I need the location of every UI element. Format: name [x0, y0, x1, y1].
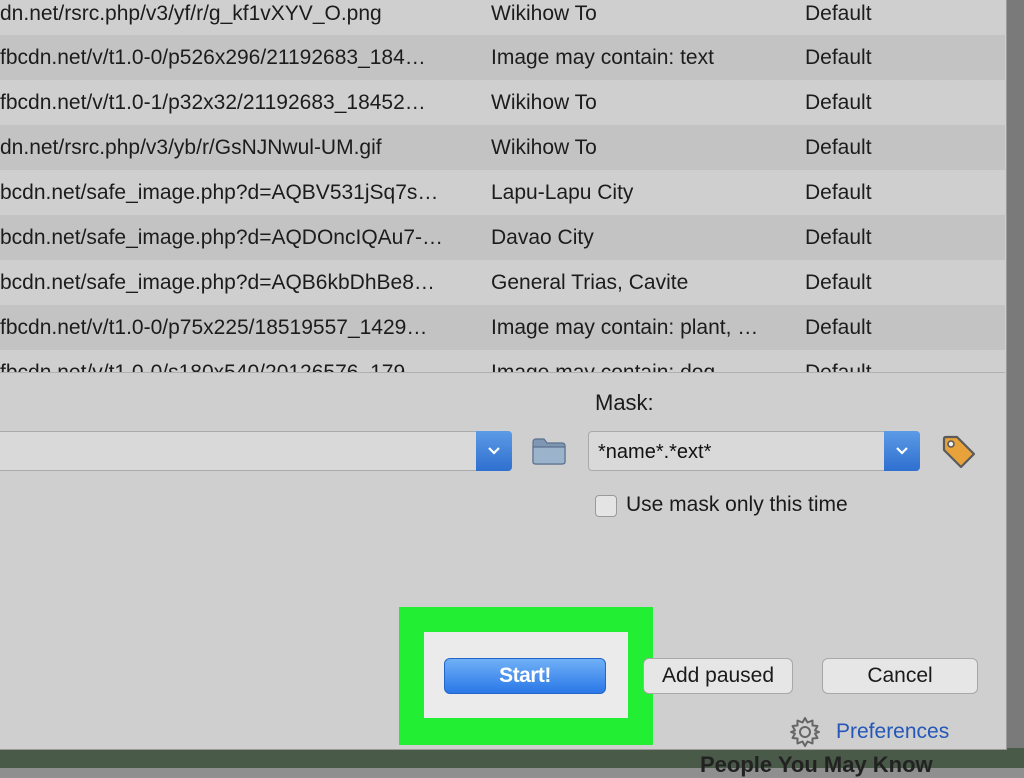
description-cell: Image may contain: text — [491, 46, 714, 69]
use-mask-once-checkbox[interactable] — [595, 495, 617, 517]
add-paused-button[interactable]: Add paused — [643, 658, 793, 694]
description-cell: Wikihow To — [491, 91, 597, 114]
description-cell: Image may contain: plant, … — [491, 316, 759, 339]
file-url-cell: fbcdn.net/v/t1.0-0/s180x540/20126576_179… — [0, 361, 427, 373]
quality-cell: Default — [805, 271, 872, 294]
quality-cell: Default — [805, 46, 872, 69]
description-cell: Davao City — [491, 226, 594, 249]
table-row[interactable]: fbcdn.net/v/t1.0-0/p526x296/21192683_184… — [0, 35, 1005, 80]
background-page-heading: People You May Know — [700, 752, 933, 777]
quality-cell: Default — [805, 361, 872, 373]
download-dialog: dn.net/rsrc.php/v3/yf/r/g_kf1vXYV_O.png W… — [0, 0, 1007, 750]
description-cell: Lapu-Lapu City — [491, 181, 634, 204]
table-row[interactable]: dn.net/rsrc.php/v3/yb/r/GsNJNwul-UM.gif W… — [0, 125, 1005, 170]
quality-cell: Default — [805, 226, 872, 249]
file-url-cell: fbcdn.net/v/t1.0-1/p32x32/21192683_18452… — [0, 91, 426, 114]
description-cell: Wikihow To — [491, 2, 597, 25]
table-row[interactable]: bcdn.net/safe_image.php?d=AQBV531jSq7s… L… — [0, 170, 1005, 215]
gear-icon — [790, 717, 820, 747]
quality-cell: Default — [805, 2, 872, 25]
table-row[interactable]: fbcdn.net/v/t1.0-1/p32x32/21192683_18452… — [0, 80, 1005, 125]
file-url-cell: dn.net/rsrc.php/v3/yf/r/g_kf1vXYV_O.png — [0, 2, 382, 25]
preferences-link[interactable]: Preferences — [788, 715, 949, 749]
table-row[interactable]: fbcdn.net/v/t1.0-0/s180x540/20126576_179… — [0, 350, 1005, 373]
table-row[interactable]: bcdn.net/safe_image.php?d=AQDOncIQAu7-… D… — [0, 215, 1005, 260]
background-page-edge — [1007, 0, 1024, 768]
mask-combo[interactable]: *name*.*ext* — [588, 431, 920, 471]
table-row[interactable]: dn.net/rsrc.php/v3/yf/r/g_kf1vXYV_O.png W… — [0, 0, 1005, 36]
save-folder-dropdown-button[interactable] — [476, 431, 512, 471]
mask-value: *name*.*ext* — [598, 441, 712, 463]
file-url-cell: fbcdn.net/v/t1.0-0/p526x296/21192683_184… — [0, 46, 426, 69]
quality-cell: Default — [805, 181, 872, 204]
table-row[interactable]: bcdn.net/safe_image.php?d=AQB6kbDhBe8… Ge… — [0, 260, 1005, 305]
file-list-table[interactable]: dn.net/rsrc.php/v3/yf/r/g_kf1vXYV_O.png W… — [0, 0, 1005, 373]
description-cell: Wikihow To — [491, 136, 597, 159]
quality-cell: Default — [805, 91, 872, 114]
start-button[interactable]: Start! — [444, 658, 606, 694]
quality-cell: Default — [805, 136, 872, 159]
file-url-cell: bcdn.net/safe_image.php?d=AQB6kbDhBe8… — [0, 271, 435, 294]
save-folder-combo[interactable] — [0, 431, 512, 471]
file-url-cell: bcdn.net/safe_image.php?d=AQDOncIQAu7-… — [0, 226, 444, 249]
table-row[interactable]: fbcdn.net/v/t1.0-0/p75x225/18519557_1429… — [0, 305, 1005, 350]
tag-icon[interactable] — [940, 433, 978, 471]
cancel-button[interactable]: Cancel — [822, 658, 978, 694]
chevron-down-icon — [896, 447, 908, 455]
chevron-down-icon — [488, 447, 500, 455]
description-cell: General Trias, Cavite — [491, 271, 689, 294]
file-url-cell: fbcdn.net/v/t1.0-0/p75x225/18519557_1429… — [0, 316, 428, 339]
preferences-label: Preferences — [836, 720, 950, 743]
mask-label: Mask: — [595, 390, 654, 415]
file-url-cell: bcdn.net/safe_image.php?d=AQBV531jSq7s… — [0, 181, 439, 204]
description-cell: Image may contain: dog — [491, 361, 716, 373]
mask-dropdown-button[interactable] — [884, 431, 920, 471]
quality-cell: Default — [805, 316, 872, 339]
file-url-cell: dn.net/rsrc.php/v3/yb/r/GsNJNwul-UM.gif — [0, 136, 382, 159]
folder-icon[interactable] — [531, 436, 567, 466]
use-mask-once-label: Use mask only this time — [626, 493, 848, 516]
